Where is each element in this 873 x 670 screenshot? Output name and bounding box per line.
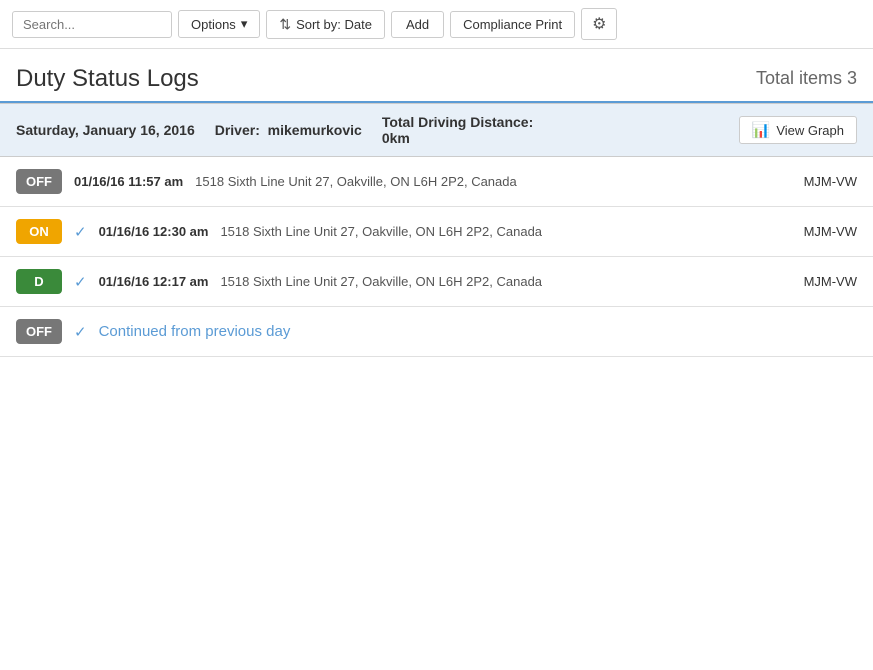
- chevron-down-icon: ▾: [241, 16, 248, 32]
- day-date: Saturday, January 16, 2016: [16, 122, 195, 138]
- search-input[interactable]: [12, 11, 172, 38]
- status-badge: OFF: [16, 319, 62, 344]
- day-distance: Total Driving Distance: 0km: [382, 114, 533, 146]
- continued-text: Continued from previous day: [99, 323, 291, 340]
- log-vehicle: MJM-VW: [804, 224, 857, 239]
- gear-button[interactable]: ⚙: [581, 8, 617, 40]
- distance-label: Total Driving Distance:: [382, 114, 533, 130]
- sort-label: Sort by: Date: [296, 17, 372, 32]
- page-header: Duty Status Logs Total items 3: [0, 49, 873, 103]
- driver-label: Driver:: [215, 122, 260, 138]
- day-header: Saturday, January 16, 2016 Driver: mikem…: [0, 103, 873, 157]
- table-row: D ✓ 01/16/16 12:17 am 1518 Sixth Line Unit …: [0, 257, 873, 307]
- log-address: 1518 Sixth Line Unit 27, Oakville, ON L6…: [220, 274, 542, 289]
- gear-icon: ⚙: [592, 14, 606, 34]
- toolbar: Options ▾ ⇅ Sort by: Date Add Compliance…: [0, 0, 873, 49]
- log-datetime: 01/16/16 12:17 am: [99, 274, 209, 289]
- log-address: 1518 Sixth Line Unit 27, Oakville, ON L6…: [195, 174, 517, 189]
- log-vehicle: MJM-VW: [804, 174, 857, 189]
- add-button[interactable]: Add: [391, 11, 444, 38]
- sort-icon: ⇅: [279, 16, 291, 33]
- page-title: Duty Status Logs: [16, 65, 199, 93]
- bar-chart-icon: 📊: [752, 121, 771, 139]
- table-row: OFF ✓ Continued from previous day: [0, 307, 873, 357]
- table-row: OFF 01/16/16 11:57 am 1518 Sixth Line Unit…: [0, 157, 873, 207]
- table-row: ON ✓ 01/16/16 12:30 am 1518 Sixth Line Unit…: [0, 207, 873, 257]
- sort-button[interactable]: ⇅ Sort by: Date: [266, 10, 385, 39]
- options-label: Options: [191, 17, 236, 32]
- status-badge: OFF: [16, 169, 62, 194]
- log-list: OFF 01/16/16 11:57 am 1518 Sixth Line Unit…: [0, 157, 873, 357]
- total-items: Total items 3: [756, 68, 857, 93]
- status-badge: ON: [16, 219, 62, 244]
- status-badge: D: [16, 269, 62, 294]
- add-label: Add: [406, 17, 429, 32]
- driver-name: mikemurkovic: [268, 122, 362, 138]
- options-button[interactable]: Options ▾: [178, 10, 260, 38]
- compliance-print-button[interactable]: Compliance Print: [450, 11, 575, 38]
- check-icon: ✓: [74, 273, 87, 291]
- distance-value: 0km: [382, 130, 410, 146]
- log-address: 1518 Sixth Line Unit 27, Oakville, ON L6…: [220, 224, 542, 239]
- check-icon: ✓: [74, 323, 87, 341]
- log-datetime: 01/16/16 12:30 am: [99, 224, 209, 239]
- view-graph-button[interactable]: 📊 View Graph: [739, 116, 857, 144]
- check-icon: ✓: [74, 223, 87, 241]
- day-driver: Driver: mikemurkovic: [215, 122, 362, 138]
- log-datetime: 01/16/16 11:57 am: [74, 174, 183, 189]
- log-vehicle: MJM-VW: [804, 274, 857, 289]
- compliance-print-label: Compliance Print: [463, 17, 562, 32]
- view-graph-label: View Graph: [776, 123, 844, 138]
